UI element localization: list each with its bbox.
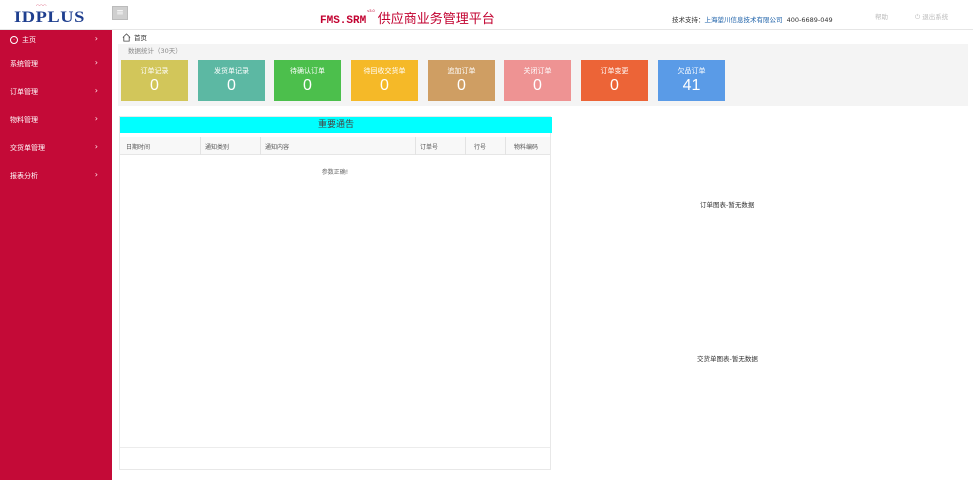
sidebar-item-label: 报表分析 [10,172,38,180]
stat-card-order-changes[interactable]: 订单变更 0 [581,60,648,101]
stat-card-label: 发货单记录 [214,67,249,75]
power-icon: ⏻ [915,13,921,21]
order-chart-empty: 订单图表-暂无数据 [700,201,755,209]
column-divider [200,137,201,155]
brand-name: 供应商业务管理平台 [377,11,495,26]
column-header[interactable]: 通知类别 [205,142,229,151]
notice-title: 重要通告 [120,117,552,133]
platform-title: FMS.SRMv3.0供应商业务管理平台 [320,8,495,27]
column-header[interactable]: 物料编码 [514,142,538,151]
column-header[interactable]: 日期时间 [126,142,150,151]
stat-card-pending-recovery[interactable]: 待回收交货单 0 [351,60,418,101]
chevron-right-icon: › [94,34,98,43]
sidebar-item-label: 交货单管理 [10,144,45,152]
column-divider [465,137,466,155]
help-link[interactable]: 帮助 [875,11,888,21]
stat-card-pending-confirm[interactable]: 待确认订单 0 [274,60,341,101]
notice-empty-message: 参数正确! [321,169,349,176]
column-header[interactable]: 订单号 [420,142,438,151]
brand-code: FMS.SRM [320,15,367,27]
logo-arc-icon: ◠◠◠ [36,3,47,8]
notice-panel: 重要通告 日期时间 通知类别 通知内容 订单号 行号 物料编码 参数正确! [119,116,552,470]
stat-card-shipment-records[interactable]: 发货单记录 0 [198,60,265,101]
breadcrumb-home[interactable]: 首页 [134,32,147,42]
stat-card-value: 0 [457,77,466,94]
support-label: 技术支持： [672,16,705,24]
column-header[interactable]: 行号 [474,142,486,151]
sidebar-item-label: 系统管理 [10,60,38,68]
column-header[interactable]: 通知内容 [265,142,289,151]
sidebar: · 主页 › 系统管理 › 订单管理 › 物料管理 › 交货单管理 › 报表分析… [0,30,112,480]
stat-card-label: 待回收交货单 [363,67,406,75]
tech-support: 技术支持：上海堃川信息技术有限公司 400-6689-049 [672,14,833,24]
stat-card-backorders[interactable]: 欠品订单 41 [658,60,725,101]
sidebar-item-system[interactable]: 系统管理 › [0,50,112,78]
stat-card-label: 订单记录 [140,67,169,75]
sidebar-item-home[interactable]: · 主页 › [0,30,112,50]
delivery-chart-empty: 交货单图表-暂无数据 [697,355,758,363]
support-company: 上海堃川信息技术有限公司 [704,16,783,24]
stat-card-additional-orders[interactable]: 追加订单 0 [428,60,495,101]
company-logo[interactable]: ◠◠◠ IDPLUS [6,3,106,27]
clock-icon: · [10,36,18,44]
sidebar-item-reports[interactable]: 报表分析 › [0,162,112,190]
sidebar-item-label: 物料管理 [10,116,38,124]
logo-text: IDPLUS [14,9,85,26]
home-icon [122,32,131,42]
stat-card-value: 0 [150,77,159,94]
chevron-right-icon: › [94,142,98,151]
sidebar-item-orders[interactable]: 订单管理 › [0,78,112,106]
top-header: ◠◠◠ IDPLUS ≡ FMS.SRMv3.0供应商业务管理平台 技术支持：上… [0,0,973,30]
stats-panel: 数据统计（30天） 订单记录 0 发货单记录 0 待确认订单 0 待回收交货单 … [118,44,968,106]
sidebar-item-materials[interactable]: 物料管理 › [0,106,112,134]
logout-link[interactable]: ⏻ 退出系统 [915,11,948,22]
sidebar-item-label: 主页 [22,36,36,44]
sidebar-item-label: 订单管理 [10,88,38,96]
support-phone: 400-6689-049 [786,16,833,24]
column-divider [415,137,416,155]
stat-card-label: 待确认订单 [290,67,325,75]
stat-card-value: 0 [303,77,312,94]
stat-card-value: 0 [610,77,619,94]
stat-card-label: 欠品订单 [677,67,706,75]
help-label: 帮助 [875,13,888,21]
stat-card-value: 0 [533,77,542,94]
chevron-right-icon: › [94,170,98,179]
notice-table-header: 日期时间 通知类别 通知内容 订单号 行号 物料编码 [120,137,550,155]
brand-version: v3.0 [367,8,375,13]
stat-card-label: 关闭订单 [523,67,552,75]
chevron-right-icon: › [94,86,98,95]
menu-toggle-button[interactable]: ≡ [112,6,128,20]
chevron-right-icon: › [94,114,98,123]
stat-card-order-records[interactable]: 订单记录 0 [121,60,188,101]
stat-card-label: 订单变更 [600,67,629,75]
stat-card-label: 追加订单 [447,67,476,75]
stat-card-value: 41 [682,77,701,94]
stat-card-closed-orders[interactable]: 关闭订单 0 [504,60,571,101]
hamburger-icon: ≡ [116,8,124,18]
breadcrumb: 首页 [122,30,147,44]
stats-title: 数据统计（30天） [128,47,182,55]
sidebar-item-delivery[interactable]: 交货单管理 › [0,134,112,162]
logout-label: 退出系统 [922,13,949,21]
stat-card-value: 0 [380,77,389,94]
stat-card-value: 0 [227,77,236,94]
notice-footer-divider [120,447,550,448]
column-divider [260,137,261,155]
chevron-right-icon: › [94,58,98,67]
column-divider [505,137,506,155]
